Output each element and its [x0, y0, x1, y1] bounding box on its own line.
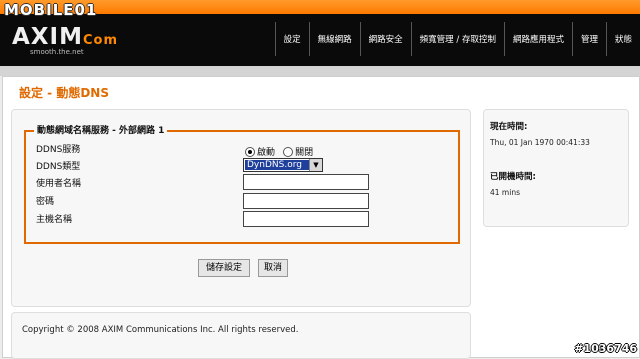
nav-applications[interactable]: 網路應用程式 [503, 22, 572, 56]
radio-disable[interactable] [283, 146, 294, 157]
username-input[interactable] [243, 174, 369, 190]
header-divider [0, 66, 640, 76]
logo-text: AXIM [12, 24, 83, 50]
axim-logo[interactable]: AXIMCom [12, 24, 118, 50]
ddns-type-select[interactable]: DynDNS.org ▼ [243, 158, 323, 172]
hostname-input[interactable] [243, 211, 369, 227]
content-panel: 動態網域名稱服務 - 外部網路 1 DDNS服務 啟動 關閉 DDNS類型 Dy… [11, 109, 471, 307]
nav-security[interactable]: 網路安全 [359, 22, 411, 56]
save-button[interactable]: 儲存設定 [198, 259, 250, 277]
nav-bandwidth-access[interactable]: 頻寬管理 / 存取控制 [410, 22, 504, 56]
nav-status[interactable]: 狀態 [605, 22, 640, 56]
uptime-label: 已開機時間: [490, 172, 536, 182]
mobile01-watermark: MOBILE01 [4, 1, 98, 19]
nav-management[interactable]: 管理 [571, 22, 606, 56]
current-time-label: 現在時間: [490, 122, 528, 132]
ddns-service-label: DDNS服務 [36, 145, 81, 155]
logo-suffix: Com [82, 33, 119, 48]
logo-tagline: smooth.the.net [30, 48, 84, 56]
password-input[interactable] [243, 193, 369, 209]
radio-disable-label: 關閉 [295, 148, 314, 158]
uptime-value: 41 mins [490, 188, 520, 197]
ddns-type-value: DynDNS.org [245, 160, 309, 170]
section-legend: 動態網域名稱服務 - 外部網路 1 [34, 123, 168, 136]
chevron-down-icon[interactable]: ▼ [309, 159, 322, 171]
nav-wireless[interactable]: 無線網路 [308, 22, 360, 56]
cancel-button[interactable]: 取消 [258, 259, 288, 277]
nav-settings[interactable]: 設定 [274, 22, 309, 56]
status-side-panel: 現在時間: Thu, 01 Jan 1970 00:41:33 已開機時間: 4… [483, 109, 629, 227]
copyright-text: Copyright © 2008 AXIM Communications Inc… [22, 325, 299, 335]
header: MOBILE01 AXIMCom smooth.the.net 設定 無線網路 … [0, 0, 640, 66]
password-label: 密碼 [36, 197, 55, 207]
current-time-value: Thu, 01 Jan 1970 00:41:33 [490, 138, 590, 147]
radio-enable[interactable] [245, 146, 255, 157]
main-nav: 設定 無線網路 網路安全 頻寬管理 / 存取控制 網路應用程式 管理 狀態 [274, 22, 640, 58]
ddns-section: 動態網域名稱服務 - 外部網路 1 DDNS服務 啟動 關閉 DDNS類型 Dy… [24, 123, 460, 244]
username-label: 使用者名稱 [36, 179, 82, 189]
page-title: 設定 - 動態DNS [19, 86, 109, 100]
radio-enable-label: 啟動 [257, 148, 276, 158]
image-id-stamp: #1036746 [574, 342, 637, 355]
footer-panel: Copyright © 2008 AXIM Communications Inc… [11, 312, 471, 359]
page-body: 設定 - 動態DNS 動態網域名稱服務 - 外部網路 1 DDNS服務 啟動 關… [2, 76, 640, 359]
hostname-label: 主機名稱 [36, 215, 73, 225]
ddns-type-label: DDNS類型 [36, 162, 81, 172]
